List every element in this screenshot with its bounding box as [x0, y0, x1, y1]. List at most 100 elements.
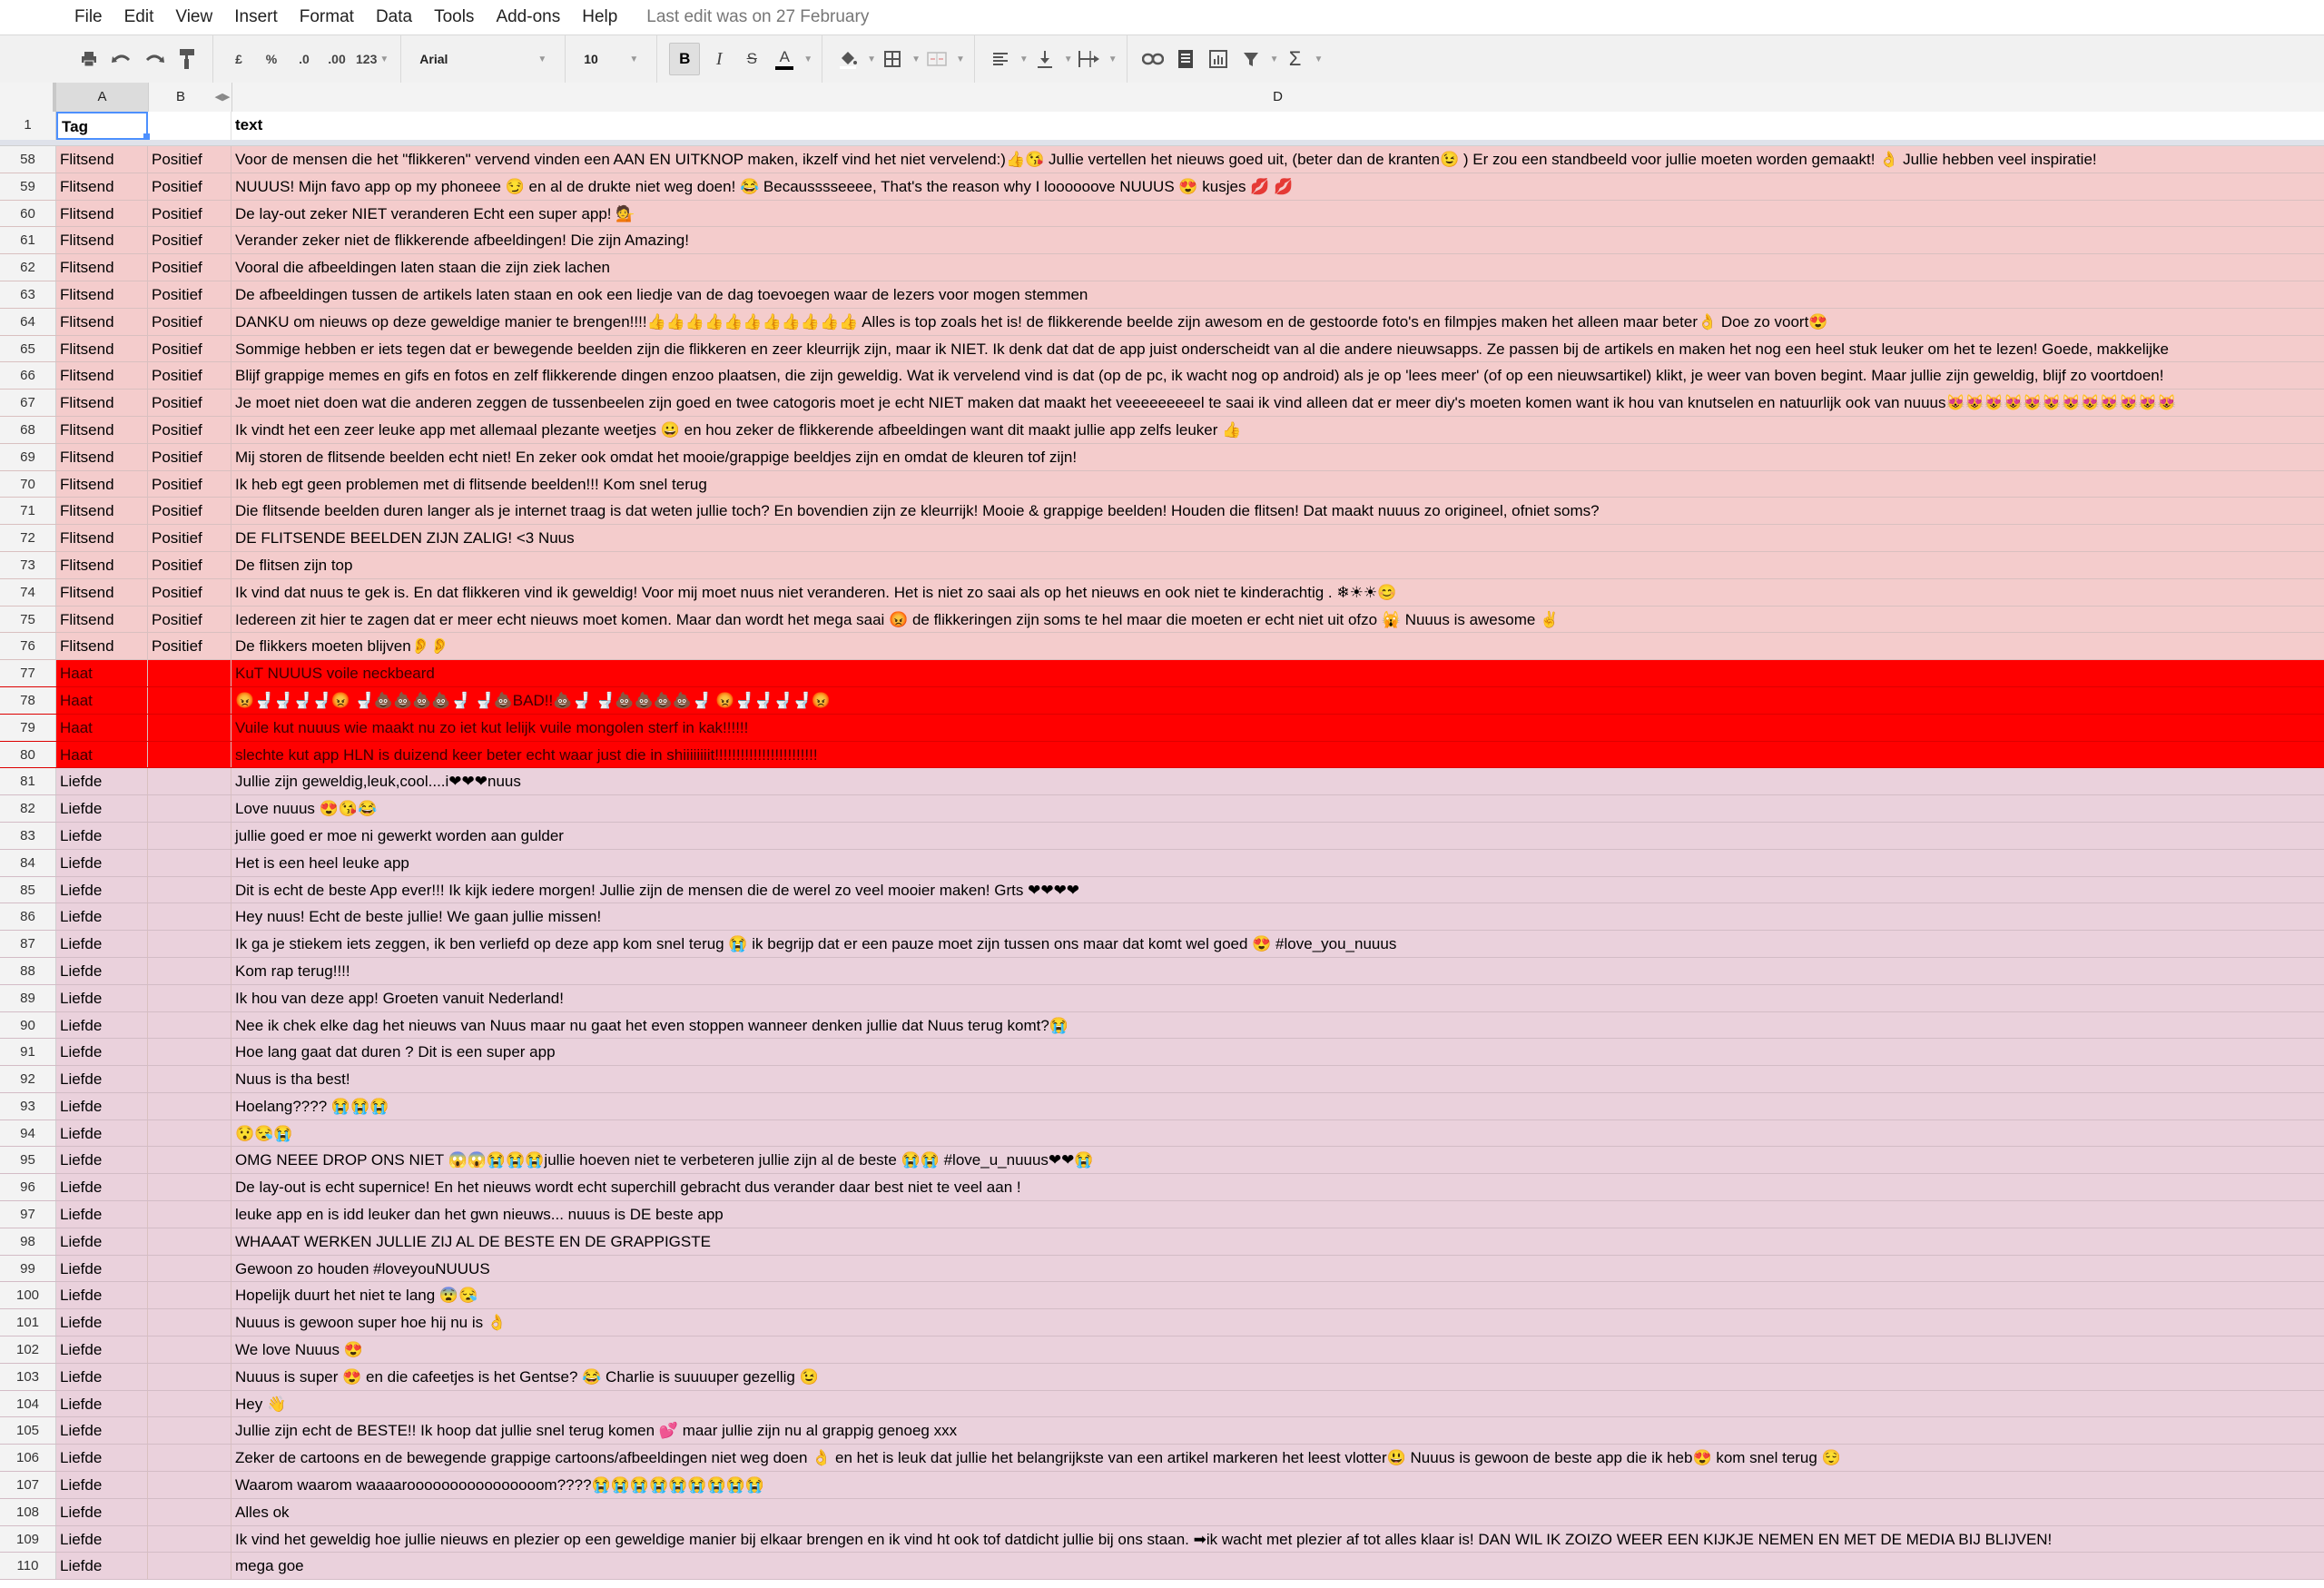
row-number[interactable]: 98 — [0, 1228, 56, 1255]
tag-cell[interactable]: Liefde — [56, 1039, 148, 1066]
tag-cell[interactable]: Flitsend — [56, 578, 148, 606]
sentiment-cell[interactable] — [148, 1066, 231, 1092]
row-number[interactable]: 102 — [0, 1336, 56, 1363]
undo-icon[interactable] — [108, 44, 135, 74]
row-number[interactable]: 103 — [0, 1363, 56, 1390]
sentiment-cell[interactable]: Positief — [148, 470, 231, 498]
text-cell[interactable]: Vuile kut nuuus wie maakt nu zo iet kut … — [231, 714, 2324, 741]
text-cell[interactable]: Mij storen de flitsende beelden echt nie… — [231, 443, 2324, 470]
tag-cell[interactable]: Flitsend — [56, 200, 148, 227]
text-cell[interactable]: Je moet niet doen wat die anderen zeggen… — [231, 390, 2324, 416]
tag-cell[interactable]: Flitsend — [56, 606, 148, 633]
text-cell[interactable]: Jullie zijn geweldig,leuk,cool....i❤❤❤nu… — [231, 768, 2324, 795]
fill-handle[interactable] — [143, 133, 150, 140]
tag-cell[interactable]: Flitsend — [56, 525, 148, 551]
sentiment-cell[interactable]: Positief — [148, 362, 231, 390]
row-number[interactable]: 62 — [0, 254, 56, 281]
row-number[interactable]: 83 — [0, 822, 56, 849]
row-number[interactable]: 108 — [0, 1498, 56, 1525]
sentiment-cell[interactable] — [148, 1472, 231, 1498]
sentiment-cell[interactable] — [148, 1011, 231, 1039]
sentiment-cell[interactable]: Positief — [148, 443, 231, 470]
text-cell[interactable]: NUUUS! Mijn favo app op my phoneee 😏 en … — [231, 173, 2324, 200]
tag-cell[interactable]: Haat — [56, 741, 148, 768]
tag-cell[interactable]: Flitsend — [56, 308, 148, 335]
tag-cell[interactable]: Liefde — [56, 1553, 148, 1580]
tag-cell[interactable]: Liefde — [56, 1417, 148, 1445]
row-number[interactable]: 110 — [0, 1553, 56, 1580]
sentiment-cell[interactable] — [148, 1039, 231, 1066]
text-cell[interactable]: Het is een heel leuke app — [231, 849, 2324, 876]
row-number[interactable]: 87 — [0, 931, 56, 957]
hidden-columns-toggle[interactable]: ◀▶ — [213, 83, 232, 112]
text-cell[interactable]: Sommige hebben er iets tegen dat er bewe… — [231, 335, 2324, 362]
text-cell[interactable]: Hopelijk duurt het niet te lang 😨😪 — [231, 1282, 2324, 1309]
tag-cell[interactable]: Flitsend — [56, 254, 148, 281]
row-number[interactable]: 58 — [0, 146, 56, 173]
row-number[interactable]: 71 — [0, 498, 56, 525]
row-number[interactable]: 85 — [0, 876, 56, 903]
row-number[interactable]: 65 — [0, 335, 56, 362]
text-cell[interactable]: KuT NUUUS voile neckbeard — [231, 660, 2324, 686]
menu-view[interactable]: View — [164, 7, 223, 27]
merge-cells-icon[interactable] — [923, 44, 950, 74]
text-color-button[interactable]: A — [771, 44, 798, 74]
sentiment-cell[interactable] — [148, 1174, 231, 1201]
row-number[interactable]: 67 — [0, 390, 56, 416]
sentiment-cell[interactable] — [148, 849, 231, 876]
row-number[interactable]: 84 — [0, 849, 56, 876]
sentiment-cell[interactable] — [148, 957, 231, 984]
tag-cell[interactable]: Liefde — [56, 1363, 148, 1390]
tag-cell[interactable]: Flitsend — [56, 470, 148, 498]
sentiment-cell[interactable] — [148, 741, 231, 768]
strikethrough-button[interactable]: S — [738, 44, 765, 74]
tag-cell[interactable]: Liefde — [56, 1066, 148, 1092]
tag-cell[interactable]: Liefde — [56, 1147, 148, 1174]
text-cell[interactable]: Hoelang???? 😭😭😭 — [231, 1092, 2324, 1119]
horizontal-align-icon[interactable] — [987, 44, 1014, 74]
row-number[interactable]: 1 — [0, 112, 56, 140]
row-number[interactable]: 86 — [0, 903, 56, 931]
row-number[interactable]: 109 — [0, 1525, 56, 1553]
tag-cell[interactable]: Liefde — [56, 876, 148, 903]
sentiment-cell[interactable] — [148, 1147, 231, 1174]
cell-d1-text[interactable]: text — [231, 112, 2324, 140]
row-number[interactable]: 101 — [0, 1309, 56, 1336]
tag-cell[interactable]: Flitsend — [56, 416, 148, 443]
text-cell[interactable]: Kom rap terug!!!! — [231, 957, 2324, 984]
text-cell[interactable]: Jullie zijn echt de BESTE!! Ik hoop dat … — [231, 1417, 2324, 1445]
menu-file[interactable]: File — [64, 7, 113, 27]
menu-tools[interactable]: Tools — [423, 7, 485, 27]
tag-cell[interactable]: Flitsend — [56, 443, 148, 470]
tag-cell[interactable]: Liefde — [56, 1228, 148, 1255]
row-number[interactable]: 77 — [0, 660, 56, 686]
text-cell[interactable]: DE FLITSENDE BEELDEN ZIJN ZALIG! <3 Nuus — [231, 525, 2324, 551]
row-number[interactable]: 69 — [0, 443, 56, 470]
sentiment-cell[interactable]: Positief — [148, 281, 231, 308]
tag-cell[interactable]: Liefde — [56, 984, 148, 1011]
row-number[interactable]: 88 — [0, 957, 56, 984]
text-cell[interactable]: Nuuus is gewoon super hoe hij nu is 👌 — [231, 1309, 2324, 1336]
sentiment-cell[interactable] — [148, 1445, 231, 1472]
text-cell[interactable]: Ik ga je stiekem iets zeggen, ik ben ver… — [231, 931, 2324, 957]
text-cell[interactable]: De afbeeldingen tussen de artikels laten… — [231, 281, 2324, 308]
text-cell[interactable]: OMG NEEE DROP ONS NIET 😱😱😭😭😭jullie hoeve… — [231, 1147, 2324, 1174]
tag-cell[interactable]: Liefde — [56, 822, 148, 849]
tag-cell[interactable]: Liefde — [56, 1119, 148, 1147]
menu-insert[interactable]: Insert — [223, 7, 289, 27]
row-number[interactable]: 63 — [0, 281, 56, 308]
sentiment-cell[interactable] — [148, 1525, 231, 1553]
row-number[interactable]: 60 — [0, 200, 56, 227]
increase-decimal-button[interactable]: .00 — [323, 44, 350, 74]
decrease-decimal-button[interactable]: .0 — [290, 44, 318, 74]
menu-format[interactable]: Format — [289, 7, 365, 27]
sentiment-cell[interactable]: Positief — [148, 200, 231, 227]
text-cell[interactable]: De flitsen zijn top — [231, 551, 2324, 578]
menu-data[interactable]: Data — [365, 7, 423, 27]
text-cell[interactable]: Ik vindt het een zeer leuke app met alle… — [231, 416, 2324, 443]
fill-color-icon[interactable] — [834, 44, 862, 74]
row-number[interactable]: 59 — [0, 173, 56, 200]
tag-cell[interactable]: Liefde — [56, 1255, 148, 1282]
tag-cell[interactable]: Liefde — [56, 1282, 148, 1309]
text-cell[interactable]: slechte kut app HLN is duizend keer bete… — [231, 741, 2324, 768]
